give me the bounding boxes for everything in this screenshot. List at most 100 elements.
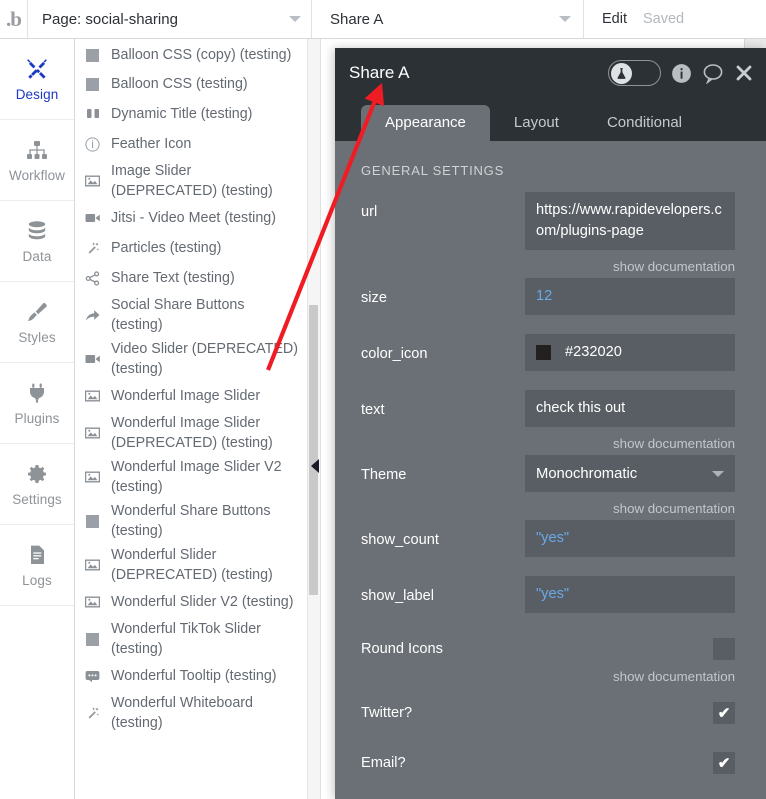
modal-tabs: Appearance Layout Conditional: [335, 98, 766, 141]
modal-body: GENERAL SETTINGS url https://www.rapidev…: [335, 141, 766, 799]
property-editor-modal: Share A Appearance Layout Conditional GE…: [335, 48, 766, 799]
image-icon: [84, 469, 101, 486]
arrow-share-icon: [84, 307, 101, 324]
list-item-label: Dynamic Title (testing): [111, 106, 253, 122]
comment-icon[interactable]: [702, 63, 724, 84]
list-item[interactable]: Video Slider (DEPRECATED) (testing): [76, 337, 307, 381]
list-item[interactable]: Wonderful Image Slider V2 (testing): [76, 455, 307, 499]
size-input[interactable]: 12: [525, 278, 735, 315]
chevron-down-icon: [559, 16, 571, 22]
modal-title: Share A: [349, 63, 410, 82]
top-bar: .b Page: social-sharing Share A Edit Sav…: [0, 0, 766, 39]
sidebar-item-label: Styles: [18, 330, 56, 345]
modal-header: Share A: [335, 48, 766, 98]
close-icon[interactable]: [734, 63, 754, 83]
text-input[interactable]: check this out: [525, 390, 735, 427]
sidebar-item-design[interactable]: Design: [0, 39, 74, 120]
list-item[interactable]: Wonderful Slider (DEPRECATED) (testing): [76, 543, 307, 587]
list-item-label: Wonderful Share Buttons (testing): [111, 503, 271, 539]
tab-label: Layout: [513, 114, 559, 131]
list-item-label: Balloon CSS (testing): [111, 76, 248, 92]
field-label: Twitter?: [361, 705, 413, 721]
list-item[interactable]: Wonderful Slider V2 (testing): [76, 587, 307, 617]
page-selector[interactable]: Page: social-sharing: [28, 0, 312, 38]
show-documentation-link[interactable]: show documentation: [335, 433, 766, 451]
list-item[interactable]: Balloon CSS (copy) (testing): [76, 39, 307, 69]
field-url: url https://www.rapidevelopers.com/plugi…: [335, 192, 766, 250]
bubble-editor-window: .b Page: social-sharing Share A Edit Sav…: [0, 0, 766, 799]
color-swatch[interactable]: [536, 345, 551, 360]
field-email: Email? ✔: [335, 738, 766, 788]
list-item[interactable]: Wonderful TikTok Slider (testing): [76, 617, 307, 661]
left-nav-rail: Design Workflow Data Styles Plugins Sett…: [0, 39, 75, 799]
sidebar-item-data[interactable]: Data: [0, 201, 74, 282]
sidebar-item-plugins[interactable]: Plugins: [0, 363, 74, 444]
square-icon: [84, 513, 101, 530]
show-label-input[interactable]: "yes": [525, 576, 735, 613]
image-icon: [84, 388, 101, 405]
list-item[interactable]: Social Share Buttons (testing): [76, 293, 307, 337]
list-item-label: Wonderful Whiteboard (testing): [111, 695, 253, 731]
experiment-toggle[interactable]: [608, 60, 661, 86]
round-icons-checkbox[interactable]: [713, 638, 735, 660]
list-item[interactable]: Balloon CSS (testing): [76, 69, 307, 99]
field-label: url: [361, 204, 378, 220]
collapse-panel-arrow-icon[interactable]: [311, 459, 319, 473]
sidebar-item-label: Plugins: [14, 411, 60, 426]
color-icon-input[interactable]: #232020: [525, 334, 735, 371]
list-item-label: Wonderful Slider (DEPRECATED) (testing): [111, 547, 273, 583]
edit-button[interactable]: Edit: [602, 11, 627, 27]
list-item[interactable]: Wonderful Image Slider: [76, 381, 307, 411]
tab-appearance[interactable]: Appearance: [361, 105, 490, 141]
list-item[interactable]: Feather Icon: [76, 129, 307, 159]
wand-icon: [84, 240, 101, 257]
twitter-checkbox[interactable]: ✔: [713, 702, 735, 724]
list-item[interactable]: Jitsi - Video Meet (testing): [76, 203, 307, 233]
field-label: color_icon: [361, 346, 428, 362]
image-icon: [84, 425, 101, 442]
field-label: Email?: [361, 755, 406, 771]
list-item[interactable]: Dynamic Title (testing): [76, 99, 307, 129]
check-icon: ✔: [717, 704, 731, 722]
list-item-label: Particles (testing): [111, 240, 222, 256]
show-count-input[interactable]: "yes": [525, 520, 735, 557]
gear-icon: [24, 461, 50, 487]
email-checkbox[interactable]: ✔: [713, 752, 735, 774]
list-item-label: Feather Icon: [111, 136, 192, 152]
list-item[interactable]: Wonderful Whiteboard (testing): [76, 691, 307, 735]
sidebar-item-logs[interactable]: Logs: [0, 525, 74, 606]
list-item[interactable]: Image Slider (DEPRECATED) (testing): [76, 159, 307, 203]
element-list-scrollbar-thumb[interactable]: [309, 305, 318, 595]
theme-select[interactable]: Monochromatic: [525, 455, 735, 492]
sidebar-item-styles[interactable]: Styles: [0, 282, 74, 363]
list-item[interactable]: Wonderful Tooltip (testing): [76, 661, 307, 691]
image-icon: [84, 173, 101, 190]
video-icon: [84, 210, 101, 227]
list-item[interactable]: Wonderful Image Slider (DEPRECATED) (tes…: [76, 411, 307, 455]
field-show-count: show_count "yes": [335, 520, 766, 557]
show-documentation-link[interactable]: show documentation: [335, 498, 766, 516]
list-item[interactable]: Share Text (testing): [76, 263, 307, 293]
chevron-down-icon: [289, 16, 301, 22]
list-item-label: Wonderful Image Slider V2 (testing): [111, 459, 282, 495]
list-item-label: Video Slider (DEPRECATED) (testing): [111, 341, 298, 377]
sidebar-item-workflow[interactable]: Workflow: [0, 120, 74, 201]
tab-conditional[interactable]: Conditional: [583, 105, 706, 141]
element-selector[interactable]: Share A: [312, 0, 584, 38]
info-icon[interactable]: [671, 63, 692, 84]
list-item[interactable]: Particles (testing): [76, 233, 307, 263]
chevron-down-icon: [712, 470, 724, 477]
field-text: text check this out: [335, 390, 766, 427]
field-round-icons: Round Icons: [335, 632, 766, 666]
comment-icon: [84, 668, 101, 685]
show-documentation-link[interactable]: show documentation: [335, 666, 766, 684]
tab-layout[interactable]: Layout: [490, 105, 583, 141]
show-documentation-link[interactable]: show documentation: [335, 256, 766, 274]
bubble-logo[interactable]: .b: [0, 0, 28, 38]
sidebar-item-label: Data: [22, 249, 52, 264]
sidebar-item-settings[interactable]: Settings: [0, 444, 74, 525]
element-list-panel[interactable]: Balloon CSS (copy) (testing) Balloon CSS…: [76, 39, 307, 799]
workflow-icon: [24, 137, 50, 163]
url-input[interactable]: https://www.rapidevelopers.com/plugins-p…: [525, 192, 735, 250]
list-item[interactable]: Wonderful Share Buttons (testing): [76, 499, 307, 543]
